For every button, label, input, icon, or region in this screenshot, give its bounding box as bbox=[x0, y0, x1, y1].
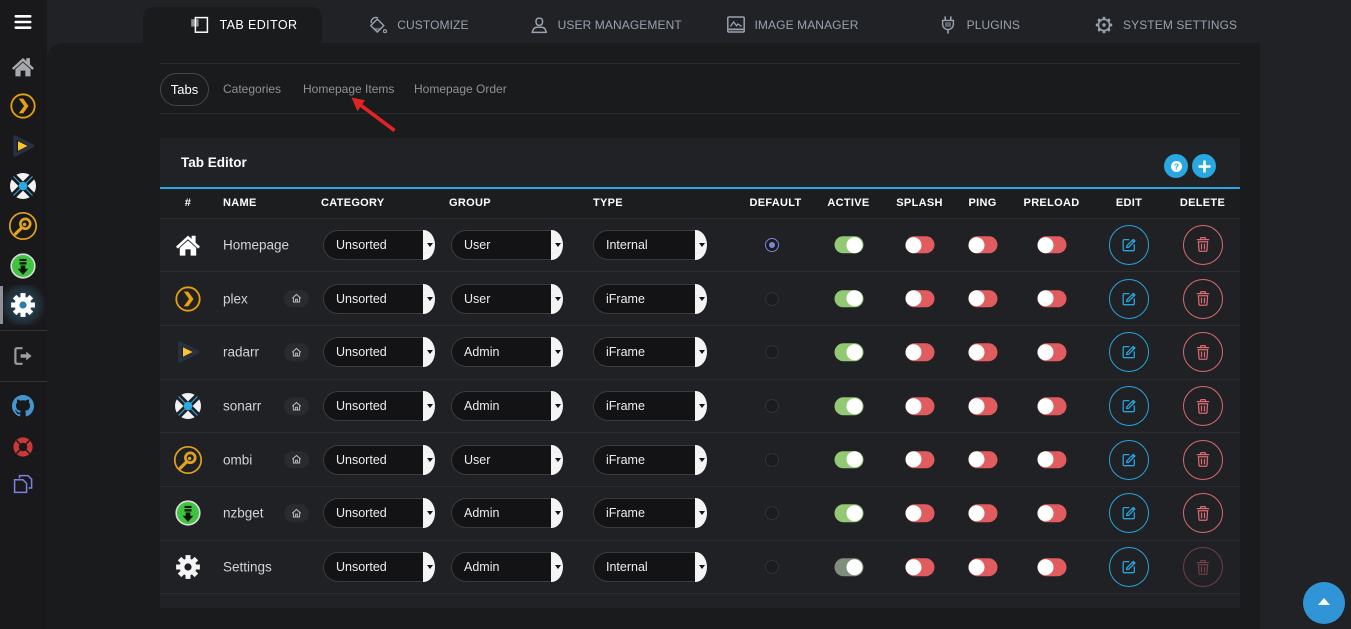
svg-text:?: ? bbox=[1173, 161, 1178, 171]
